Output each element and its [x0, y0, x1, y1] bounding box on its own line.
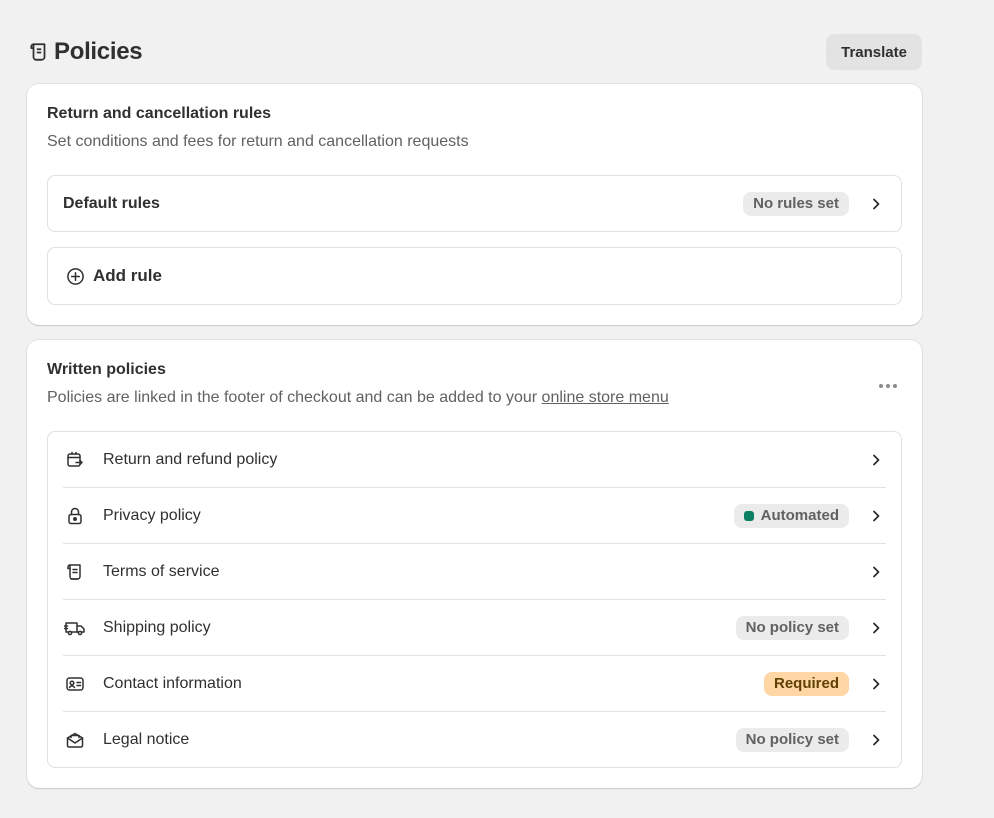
policies-page: Policies Translate Return and cancellati…: [27, 34, 922, 788]
policy-row-contact[interactable]: Contact information Required: [63, 656, 886, 712]
status-badge: Required: [763, 671, 849, 696]
status-badge: No policy set: [735, 727, 849, 752]
policies-subtitle-text: Policies are linked in the footer of che…: [47, 389, 542, 406]
dot-icon: [886, 384, 890, 388]
more-actions-button[interactable]: [874, 376, 902, 396]
page-header: Policies Translate: [27, 34, 922, 70]
rules-card-subtitle: Set conditions and fees for return and c…: [47, 133, 469, 150]
chevron-right-icon: [866, 730, 886, 750]
policies-card-title: Written policies: [47, 361, 166, 378]
policy-label: Return and refund policy: [103, 450, 278, 468]
policies-card-subtitle: Policies are linked in the footer of che…: [47, 388, 902, 408]
chevron-right-icon: [866, 674, 886, 694]
dot-icon: [893, 384, 897, 388]
envelope-icon: [63, 728, 87, 752]
add-rule-button[interactable]: Add rule: [47, 247, 902, 305]
policy-label: Legal notice: [103, 730, 190, 748]
page-title-group: Policies: [28, 38, 143, 66]
status-badge: No rules set: [743, 191, 849, 216]
policy-row-return-refund[interactable]: Return and refund policy: [63, 432, 886, 488]
plus-circle-icon: [66, 267, 85, 286]
policy-row-privacy[interactable]: Privacy policy Automated: [63, 488, 886, 544]
policy-label: Shipping policy: [103, 618, 211, 636]
dot-icon: [879, 384, 883, 388]
chevron-right-icon: [866, 194, 886, 214]
chevron-right-icon: [866, 618, 886, 638]
page-title: Policies: [54, 38, 143, 65]
policy-row-legal[interactable]: Legal notice No policy set: [63, 712, 886, 767]
lock-icon: [63, 504, 87, 528]
policy-row-shipping[interactable]: Shipping policy No policy set: [63, 600, 886, 656]
written-policies-card: Written policies Policies are linked in …: [27, 340, 922, 788]
chevron-right-icon: [866, 506, 886, 526]
add-rule-label: Add rule: [93, 266, 162, 285]
status-badge-text: Automated: [760, 507, 839, 524]
return-icon: [63, 448, 87, 472]
default-rules-row[interactable]: Default rules No rules set: [47, 175, 902, 232]
default-rules-label: Default rules: [63, 194, 160, 212]
policy-label: Terms of service: [103, 562, 220, 580]
rules-card: Return and cancellation rules Set condit…: [27, 84, 922, 325]
policy-label: Privacy policy: [103, 506, 201, 524]
chevron-right-icon: [866, 450, 886, 470]
rules-card-title: Return and cancellation rules: [47, 105, 272, 122]
policy-scroll-icon: [28, 41, 50, 63]
translate-button[interactable]: Translate: [826, 34, 922, 70]
truck-icon: [63, 616, 87, 640]
online-store-menu-link[interactable]: online store menu: [542, 389, 669, 406]
policy-label: Contact information: [103, 674, 242, 692]
status-badge: Automated: [733, 503, 849, 528]
policy-row-terms[interactable]: Terms of service: [63, 544, 886, 600]
chevron-right-icon: [866, 562, 886, 582]
automated-dot-icon: [743, 510, 754, 521]
id-card-icon: [63, 672, 87, 696]
status-badge: No policy set: [735, 615, 849, 640]
scroll-icon: [63, 560, 87, 584]
policy-list: Return and refund policy Privacy policy …: [47, 431, 902, 768]
